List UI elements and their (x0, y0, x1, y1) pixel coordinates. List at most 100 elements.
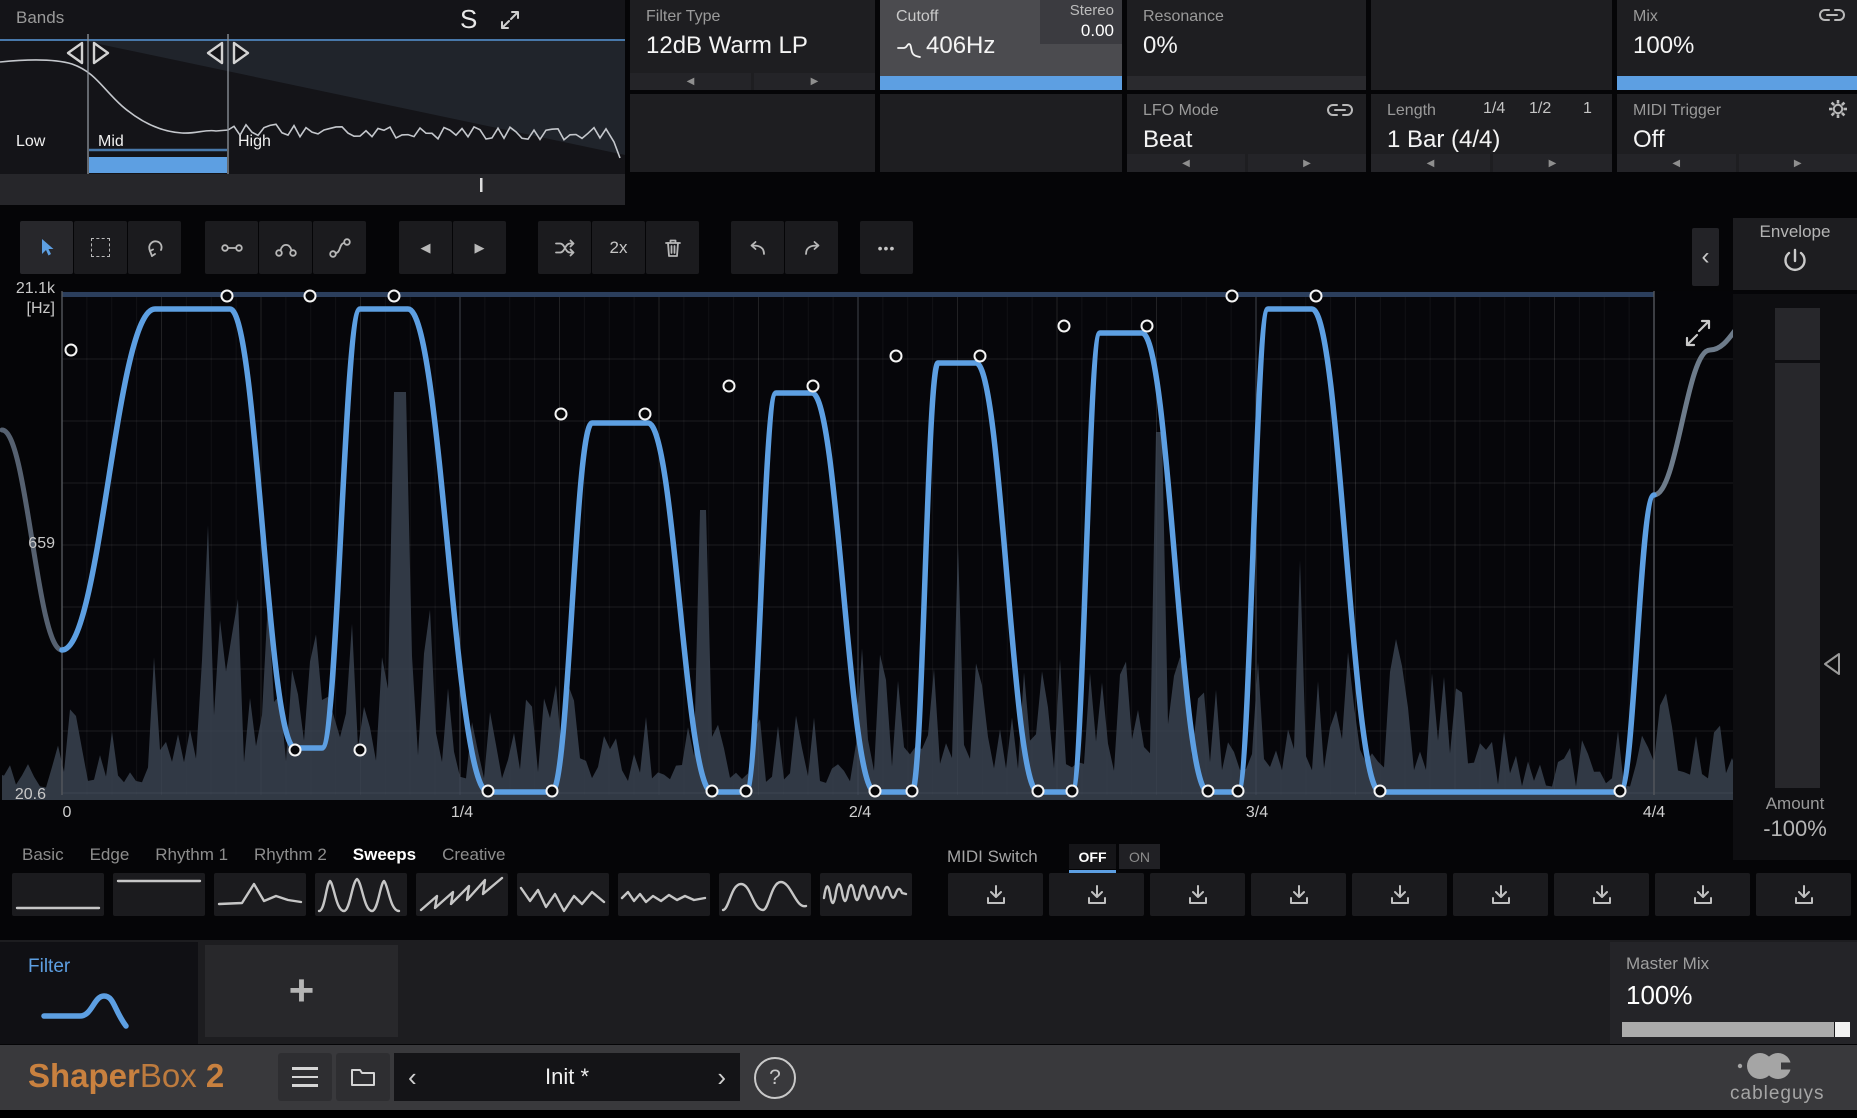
bands-playhead-tick (480, 178, 483, 192)
download-wave-slot-3[interactable] (1150, 873, 1245, 916)
shaperbox-window: Bands Low Mid High S Filter Type 12dB Wa… (0, 0, 1857, 1118)
mix-slider[interactable] (1617, 76, 1857, 90)
length-quick-quarter[interactable]: 1/4 (1483, 100, 1505, 118)
wave-preset-thumb-8[interactable] (719, 873, 811, 916)
length-label: Length (1387, 102, 1436, 120)
lfo-mode-value[interactable]: Beat (1143, 126, 1192, 154)
wave-preset-thumb-7[interactable] (618, 873, 710, 916)
lfo-mode-panel[interactable]: LFO Mode Beat ◀ ▶ (1127, 94, 1366, 172)
midi-trigger-prev-button[interactable]: ◀ (1617, 154, 1736, 172)
stereo-value[interactable]: 0.00 (1081, 21, 1114, 41)
midi-switch-on-button[interactable]: ON (1119, 844, 1160, 869)
lfo-wave-editor[interactable] (0, 245, 1760, 800)
midi-trigger-next-button[interactable]: ▶ (1739, 154, 1857, 172)
mid-band-active-bar[interactable] (89, 157, 227, 173)
filter-type-value[interactable]: 12dB Warm LP (646, 32, 808, 60)
master-mix-value[interactable]: 100% (1626, 980, 1693, 1011)
length-value[interactable]: 1 Bar (4/4) (1387, 126, 1500, 154)
length-prev-button[interactable]: ◀ (1371, 154, 1490, 172)
logo-2: 2 (206, 1057, 224, 1094)
bands-spectrum-display[interactable] (0, 0, 625, 205)
envelope-collapse-button[interactable]: ‹ (1692, 228, 1719, 286)
cableguys-logo-icon[interactable] (1736, 1049, 1800, 1083)
mix-value[interactable]: 100% (1633, 32, 1694, 60)
bands-expand-icon[interactable] (498, 8, 522, 32)
resonance-panel[interactable]: Resonance 0% (1127, 0, 1366, 90)
download-icon (1085, 883, 1109, 906)
download-wave-slot-5[interactable] (1352, 873, 1447, 916)
midi-switch-off-button[interactable]: OFF (1069, 844, 1116, 869)
length-next-button[interactable]: ▶ (1493, 154, 1612, 172)
menu-button[interactable] (278, 1053, 332, 1101)
tab-sweeps[interactable]: Sweeps (353, 845, 416, 865)
wave-preset-thumb-3[interactable] (214, 873, 306, 916)
download-wave-slot-6[interactable] (1453, 873, 1548, 916)
amount-value[interactable]: -100% (1733, 816, 1857, 842)
master-mix-panel[interactable]: Master Mix 100% (1610, 942, 1857, 1044)
tab-creative[interactable]: Creative (442, 845, 505, 865)
master-mix-slider-handle[interactable] (1835, 1022, 1850, 1037)
settings-gear-icon[interactable] (1827, 98, 1849, 120)
preset-next-button[interactable]: › (717, 1062, 726, 1093)
midi-trigger-panel[interactable]: MIDI Trigger Off ◀ ▶ (1617, 94, 1857, 172)
envelope-slider-track[interactable] (1775, 308, 1820, 788)
resonance-value[interactable]: 0% (1143, 32, 1178, 60)
download-wave-slot-1[interactable] (948, 873, 1043, 916)
cutoff-panel[interactable]: Cutoff Stereo 0.00 406Hz (880, 0, 1122, 90)
lfo-mode-prev-button[interactable]: ◀ (1127, 154, 1245, 172)
freq-label-bottom: 20.6 (0, 786, 46, 804)
tab-edge[interactable]: Edge (90, 845, 130, 865)
wave-preset-thumb-5[interactable] (416, 873, 508, 916)
envelope-power-icon[interactable] (1778, 246, 1812, 280)
empty-panel-1 (1371, 0, 1612, 90)
envelope-amount-handle[interactable] (1821, 651, 1843, 677)
mix-link-icon[interactable] (1817, 6, 1847, 24)
download-wave-slot-7[interactable] (1554, 873, 1649, 916)
preset-browser-button[interactable] (336, 1053, 390, 1101)
download-icon (1489, 883, 1513, 906)
add-shaper-button[interactable]: + (205, 945, 398, 1037)
tab-basic[interactable]: Basic (22, 845, 64, 865)
wave-preset-thumb-4[interactable] (315, 873, 407, 916)
preset-prev-button[interactable]: ‹ (408, 1062, 417, 1093)
master-mix-slider[interactable] (1622, 1022, 1850, 1037)
wave-preset-thumb-9[interactable] (820, 873, 912, 916)
hamburger-icon (292, 1067, 318, 1070)
help-button[interactable]: ? (754, 1057, 796, 1099)
cutoff-value[interactable]: 406Hz (926, 32, 995, 60)
bands-solo-button[interactable]: S (460, 4, 477, 35)
cutoff-slider[interactable] (880, 76, 1122, 90)
filter-type-next-button[interactable]: ▶ (754, 73, 875, 90)
lfo-link-icon[interactable] (1325, 101, 1355, 119)
wave-preset-thumb-2[interactable] (113, 873, 205, 916)
length-quick-half[interactable]: 1/2 (1529, 100, 1551, 118)
filter-type-panel[interactable]: Filter Type 12dB Warm LP ◀ ▶ (630, 0, 875, 90)
filter-type-label: Filter Type (646, 8, 720, 26)
wave-preset-thumb-1[interactable] (12, 873, 104, 916)
tab-rhythm-2[interactable]: Rhythm 2 (254, 845, 327, 865)
wave-preset-thumb-6[interactable] (517, 873, 609, 916)
preset-field[interactable]: ‹ Init * › (394, 1053, 740, 1101)
editor-expand-icon[interactable] (1682, 314, 1714, 352)
download-icon (1287, 883, 1311, 906)
length-quick-one[interactable]: 1 (1583, 100, 1592, 118)
download-wave-slot-8[interactable] (1655, 873, 1750, 916)
lfo-mode-next-button[interactable]: ▶ (1248, 154, 1366, 172)
filter-type-prev-button[interactable]: ◀ (630, 73, 751, 90)
download-wave-slot-2[interactable] (1049, 873, 1144, 916)
bands-panel: Bands Low Mid High S (0, 0, 625, 205)
midi-trigger-value[interactable]: Off (1633, 126, 1665, 154)
folder-icon (349, 1065, 377, 1089)
preset-name[interactable]: Init * (394, 1064, 740, 1090)
stereo-box[interactable]: Stereo 0.00 (1040, 0, 1122, 44)
empty-panel-3 (880, 94, 1122, 172)
filter-tab-label: Filter (28, 956, 70, 978)
mix-panel[interactable]: Mix 100% (1617, 0, 1857, 90)
resonance-slider[interactable] (1127, 76, 1366, 90)
shaper-tab-filter[interactable]: Filter (0, 942, 198, 1044)
download-wave-slot-4[interactable] (1251, 873, 1346, 916)
tab-rhythm-1[interactable]: Rhythm 1 (155, 845, 228, 865)
download-wave-slot-9[interactable] (1756, 873, 1851, 916)
time-label-1-4: 1/4 (440, 804, 484, 822)
length-panel[interactable]: Length 1/4 1/2 1 1 Bar (4/4) ◀ ▶ (1371, 94, 1612, 172)
